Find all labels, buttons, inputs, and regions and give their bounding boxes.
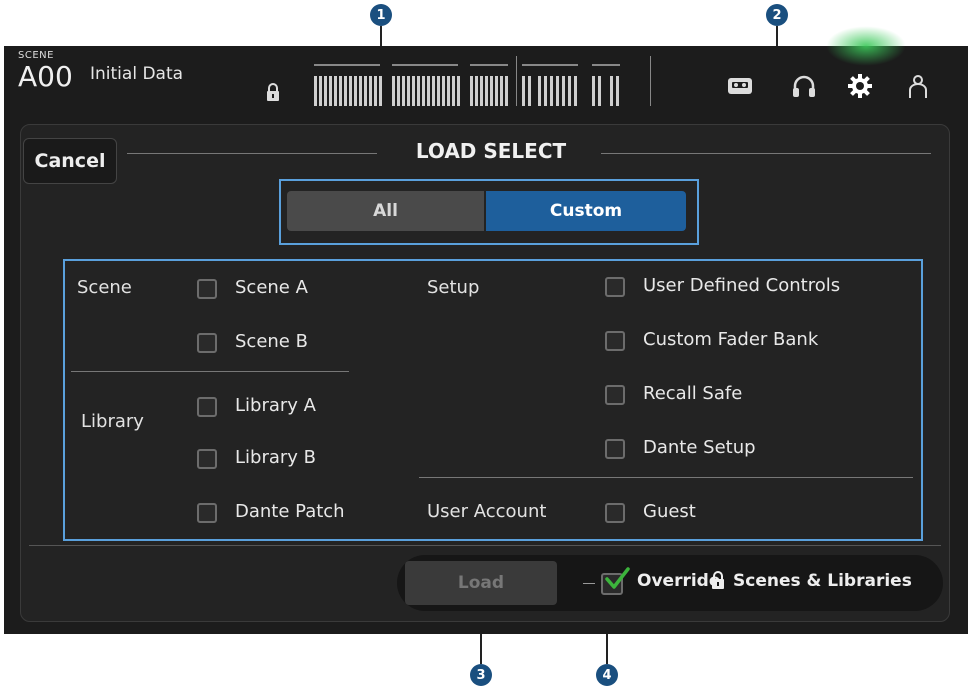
gear-icon[interactable] <box>846 72 874 100</box>
label-guest: Guest <box>643 501 696 522</box>
setup-divider <box>419 477 913 478</box>
label-scene-b: Scene B <box>235 331 308 352</box>
mode-all-button[interactable]: All <box>287 191 484 231</box>
section-label-setup: Setup <box>427 277 480 298</box>
callout-1: 1 <box>370 4 392 26</box>
override-scope-label: Scenes & Libraries <box>733 571 912 591</box>
label-recall-safe: Recall Safe <box>643 383 743 404</box>
options-highlight <box>63 259 923 541</box>
cancel-button[interactable]: Cancel <box>23 138 117 184</box>
override-label: Override <box>637 571 721 591</box>
label-library-b: Library B <box>235 447 317 468</box>
checkbox-dante-patch[interactable] <box>197 503 217 523</box>
checkbox-scene-a[interactable] <box>197 279 217 299</box>
headphones-icon[interactable] <box>790 72 818 100</box>
label-dante-patch: Dante Patch <box>235 501 345 522</box>
scene-divider <box>71 371 349 372</box>
recorder-icon[interactable] <box>726 72 754 100</box>
label-scene-a: Scene A <box>235 277 308 298</box>
lock-icon <box>267 83 279 101</box>
section-label-library: Library <box>81 411 144 432</box>
load-button[interactable]: Load <box>405 561 557 605</box>
label-library-a: Library A <box>235 395 316 416</box>
label-dante-setup: Dante Setup <box>643 437 756 458</box>
checkbox-guest[interactable] <box>605 503 625 523</box>
load-select-dialog: Cancel LOAD SELECT All Custom Scene Scen… <box>20 124 950 622</box>
title-divider-right <box>601 153 931 154</box>
label-custom-fader-bank: Custom Fader Bank <box>643 329 819 350</box>
mode-custom-button[interactable]: Custom <box>486 191 686 231</box>
top-bar: SCENE A00 Initial Data <box>4 26 968 126</box>
checkbox-library-b[interactable] <box>197 449 217 469</box>
section-label-scene: Scene <box>77 277 132 298</box>
override-connector <box>583 583 595 584</box>
checkbox-recall-safe[interactable] <box>605 385 625 405</box>
user-icon[interactable] <box>904 72 932 100</box>
section-label-user-account: User Account <box>427 501 547 522</box>
level-meter <box>310 56 654 106</box>
label-user-defined-controls: User Defined Controls <box>643 275 841 296</box>
lock-icon <box>712 571 724 589</box>
checkmark-icon <box>605 567 630 589</box>
device-screen: SCENE A00 Initial Data Cancel LOAD SELEC… <box>4 26 968 634</box>
checkbox-scene-b[interactable] <box>197 333 217 353</box>
callout-4: 4 <box>596 664 618 686</box>
checkbox-user-defined-controls[interactable] <box>605 277 625 297</box>
checkbox-dante-setup[interactable] <box>605 439 625 459</box>
callout-3: 3 <box>470 664 492 686</box>
title-divider-left <box>127 153 377 154</box>
dialog-title: LOAD SELECT <box>415 139 567 163</box>
footer-divider <box>29 545 941 546</box>
scene-number[interactable]: A00 <box>18 60 73 93</box>
setup-glow <box>826 26 906 66</box>
checkbox-library-a[interactable] <box>197 397 217 417</box>
scene-name[interactable]: Initial Data <box>90 64 183 84</box>
callout-2: 2 <box>766 4 788 26</box>
checkbox-custom-fader-bank[interactable] <box>605 331 625 351</box>
